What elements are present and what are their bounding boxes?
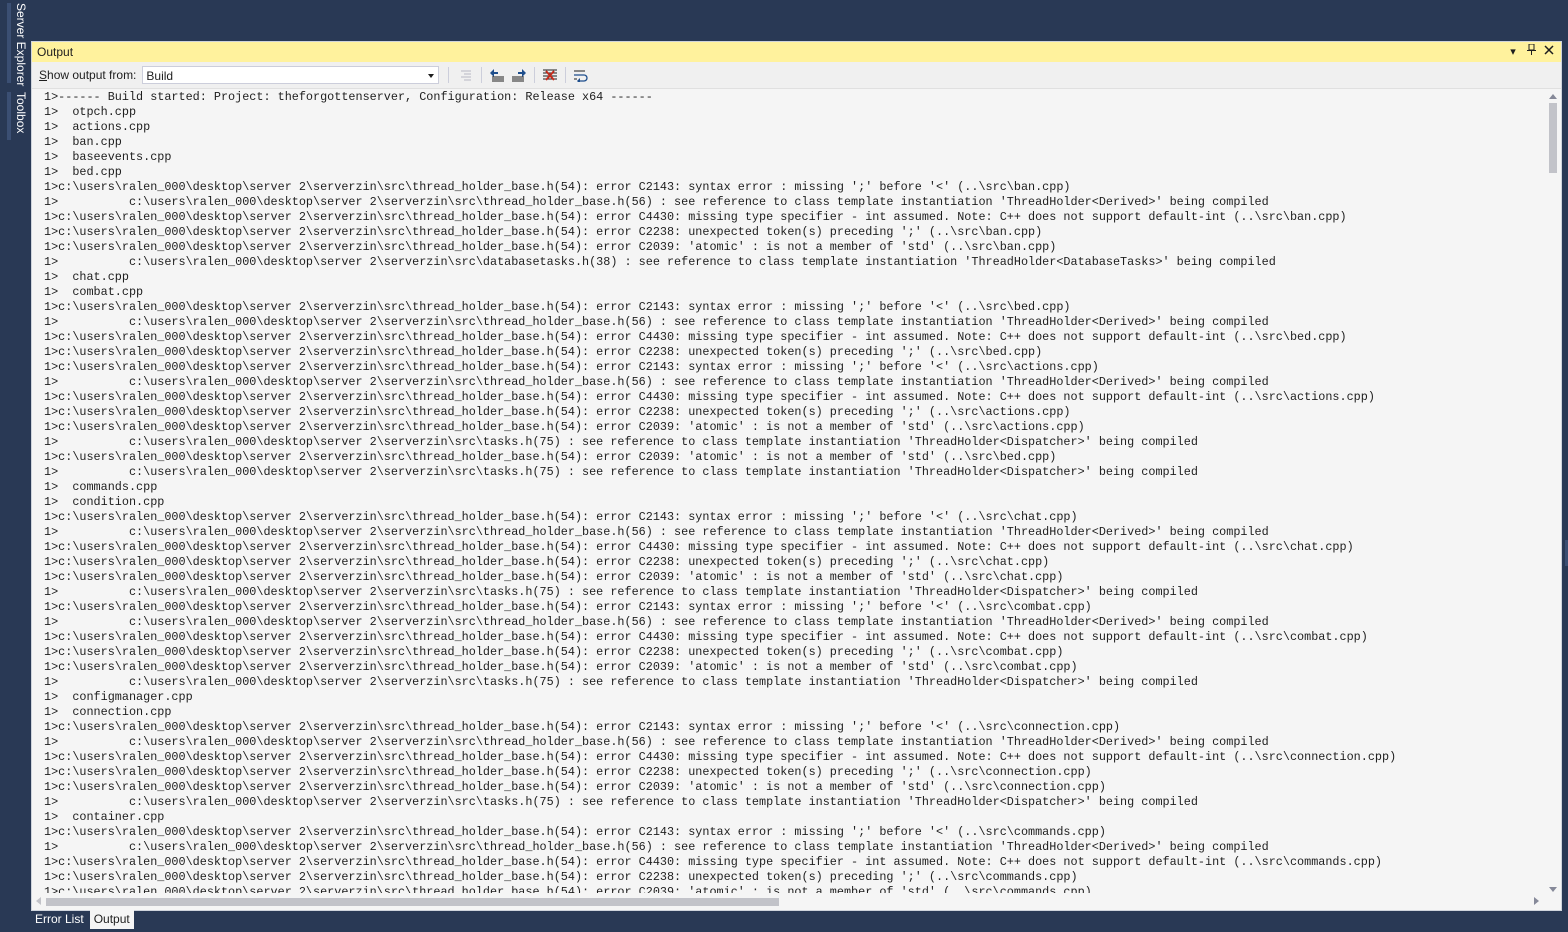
vertical-scrollbar[interactable] [1545,89,1561,895]
log-line: 1> c:\users\ralen_000\desktop\server 2\s… [44,435,1198,449]
log-line: 1> bed.cpp [44,165,122,179]
log-line: 1> combat.cpp [44,285,144,299]
log-line: 1>------ Build started: Project: theforg… [44,90,653,104]
toolbox-tab[interactable]: Toolbox [7,92,31,140]
log-line: 1>c:\users\ralen_000\desktop\server 2\se… [44,765,1092,779]
tab-output[interactable]: Output [89,909,134,929]
server-explorer-tab[interactable]: Server Explorer [7,3,31,86]
log-line: 1> ban.cpp [44,135,122,149]
log-line: 1>c:\users\ralen_000\desktop\server 2\se… [44,825,1106,839]
log-line: 1>c:\users\ralen_000\desktop\server 2\se… [44,555,1050,569]
log-line: 1> c:\users\ralen_000\desktop\server 2\s… [44,465,1198,479]
horizontal-scroll-thumb[interactable] [46,898,779,906]
toolbar-separator [534,67,536,83]
output-source-select[interactable]: Build [142,66,440,84]
scrollbar-corner [1545,893,1561,910]
log-line: 1>c:\users\ralen_000\desktop\server 2\se… [44,780,1106,794]
log-line: 1>c:\users\ralen_000\desktop\server 2\se… [44,345,1043,359]
log-line: 1> otpch.cpp [44,105,137,119]
log-line: 1> c:\users\ralen_000\desktop\server 2\s… [44,795,1198,809]
log-line: 1> c:\users\ralen_000\desktop\server 2\s… [44,525,1269,539]
log-line: 1>c:\users\ralen_000\desktop\server 2\se… [44,855,1382,869]
log-line: 1> actions.cpp [44,120,151,134]
output-toolbar: Show output from: Build [32,62,1561,89]
show-output-from-label: Show output from: [39,68,137,82]
log-line: 1> c:\users\ralen_000\desktop\server 2\s… [44,615,1269,629]
log-line: 1> connection.cpp [44,705,172,719]
output-text-area[interactable]: 1>------ Build started: Project: theforg… [32,89,1545,895]
log-line: 1>c:\users\ralen_000\desktop\server 2\se… [44,645,1064,659]
log-line: 1>c:\users\ralen_000\desktop\server 2\se… [44,540,1354,554]
side-tab-strip: Server Explorer Toolbox [0,0,30,932]
log-line: 1> container.cpp [44,810,165,824]
log-line: 1> c:\users\ralen_000\desktop\server 2\s… [44,255,1276,269]
find-message-in-code-icon[interactable] [457,66,475,84]
toolbar-separator [565,67,567,83]
clear-all-icon[interactable] [541,66,559,84]
log-line: 1> baseevents.cpp [44,150,172,164]
log-line: 1> commands.cpp [44,480,158,494]
log-line: 1> c:\users\ralen_000\desktop\server 2\s… [44,585,1198,599]
scroll-up-arrow-icon[interactable] [1549,94,1557,99]
pin-icon[interactable] [1525,42,1537,62]
tab-error-list[interactable]: Error List [31,909,88,929]
build-log: 1>------ Build started: Project: theforg… [32,89,1545,895]
log-line: 1> c:\users\ralen_000\desktop\server 2\s… [44,840,1269,854]
horizontal-scrollbar[interactable] [32,893,1545,910]
close-icon[interactable] [1543,42,1555,62]
log-line: 1>c:\users\ralen_000\desktop\server 2\se… [44,180,1071,194]
log-line: 1>c:\users\ralen_000\desktop\server 2\se… [44,225,1043,239]
bottom-tab-strip: Error List Output [31,909,134,932]
log-line: 1>c:\users\ralen_000\desktop\server 2\se… [44,300,1071,314]
output-source-value: Build [146,69,174,83]
log-line: 1> condition.cpp [44,495,165,509]
scroll-down-arrow-icon[interactable] [1549,887,1557,892]
log-line: 1>c:\users\ralen_000\desktop\server 2\se… [44,390,1375,404]
previous-message-icon[interactable] [488,66,506,84]
log-line: 1>c:\users\ralen_000\desktop\server 2\se… [44,570,1064,584]
log-line: 1> configmanager.cpp [44,690,193,704]
output-window-titlebar[interactable]: Output ▾ [32,42,1561,62]
log-line: 1>c:\users\ralen_000\desktop\server 2\se… [44,630,1368,644]
log-line: 1>c:\users\ralen_000\desktop\server 2\se… [44,870,1078,884]
window-title: Output [37,45,74,59]
log-line: 1>c:\users\ralen_000\desktop\server 2\se… [44,360,1099,374]
vertical-scroll-thumb[interactable] [1549,103,1557,173]
toolbar-separator [481,67,483,83]
log-line: 1>c:\users\ralen_000\desktop\server 2\se… [44,210,1347,224]
log-line: 1>c:\users\ralen_000\desktop\server 2\se… [44,720,1121,734]
log-line: 1>c:\users\ralen_000\desktop\server 2\se… [44,405,1071,419]
log-line: 1>c:\users\ralen_000\desktop\server 2\se… [44,240,1057,254]
log-line: 1>c:\users\ralen_000\desktop\server 2\se… [44,660,1078,674]
log-line: 1> c:\users\ralen_000\desktop\server 2\s… [44,375,1269,389]
log-line: 1>c:\users\ralen_000\desktop\server 2\se… [44,450,1057,464]
scroll-left-arrow-icon[interactable] [36,897,41,905]
log-line: 1>c:\users\ralen_000\desktop\server 2\se… [44,600,1092,614]
scroll-right-arrow-icon[interactable] [1534,897,1539,905]
log-line: 1>c:\users\ralen_000\desktop\server 2\se… [44,420,1085,434]
next-message-icon[interactable] [510,66,528,84]
log-line: 1>c:\users\ralen_000\desktop\server 2\se… [44,750,1397,764]
log-line: 1>c:\users\ralen_000\desktop\server 2\se… [44,330,1347,344]
log-line: 1> c:\users\ralen_000\desktop\server 2\s… [44,735,1269,749]
log-line: 1> c:\users\ralen_000\desktop\server 2\s… [44,315,1269,329]
output-window: Output ▾ Show output from: Build 1>-----… [31,41,1562,911]
toggle-word-wrap-icon[interactable] [572,66,590,84]
log-line: 1> c:\users\ralen_000\desktop\server 2\s… [44,195,1269,209]
log-line: 1> chat.cpp [44,270,129,284]
chevron-down-icon [428,74,435,78]
dropdown-arrow-icon[interactable]: ▾ [1507,42,1519,62]
log-line: 1>c:\users\ralen_000\desktop\server 2\se… [44,510,1078,524]
log-line: 1> c:\users\ralen_000\desktop\server 2\s… [44,675,1198,689]
toolbar-separator [448,67,450,83]
